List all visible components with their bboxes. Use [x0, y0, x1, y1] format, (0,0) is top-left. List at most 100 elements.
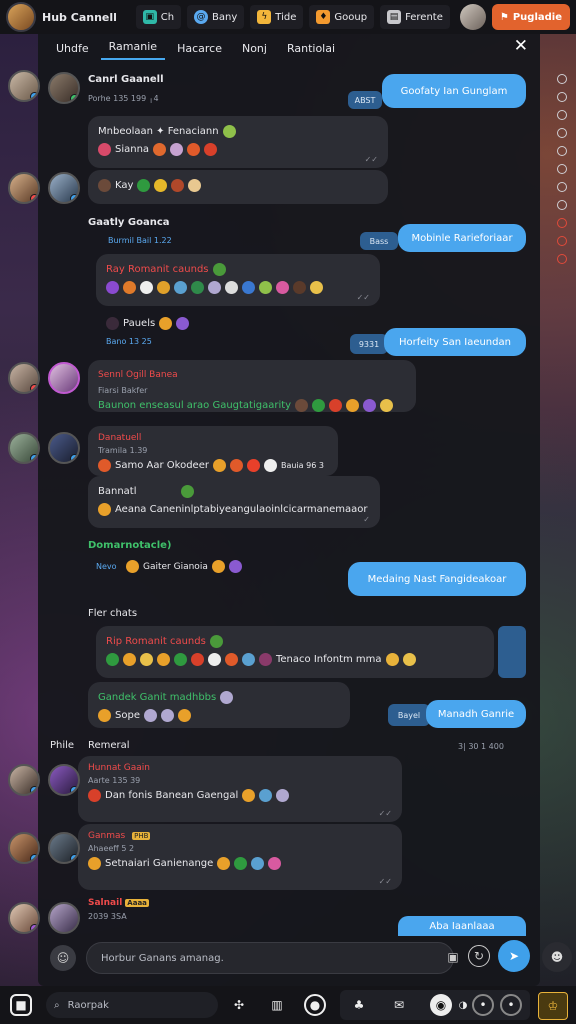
own-message[interactable]: Mobinle Rarieforiaar [398, 224, 526, 252]
tab-nonj[interactable]: Nonj [234, 42, 275, 60]
tab-files[interactable]: ▤ Ferente [380, 5, 450, 29]
own-message[interactable]: Horfeity San Iaeundan [384, 328, 526, 356]
emoji-icon [159, 316, 173, 330]
tab-mentions[interactable]: @ Bany [187, 5, 245, 29]
tab-ramanie[interactable]: Ramanie [100, 40, 166, 60]
tab-hacarce[interactable]: Hacarce [169, 42, 230, 60]
own-message[interactable]: Medaing Nast Fangideakoar [348, 562, 526, 596]
tab-rantiolai[interactable]: Rantiolai [279, 42, 343, 60]
side-card[interactable] [498, 626, 526, 678]
message-bubble[interactable]: Bannatl Aeana Caneninlptabiyeangulaoinlc… [88, 476, 380, 528]
avatar[interactable] [48, 172, 80, 204]
own-message[interactable]: Goofaty Ian Gunglam [382, 74, 526, 108]
message-bubble[interactable]: Rip Romanit caunds Tenaco Infontm mma [96, 626, 494, 678]
emoji-icon [212, 458, 226, 472]
emoji-icon [212, 262, 226, 276]
emoji-icon [157, 280, 170, 294]
sender-meta: 2039 3SA [88, 912, 127, 921]
rank-badge: PHB [132, 832, 151, 840]
message-line: Gaiter Gianoia [126, 560, 242, 573]
emoji-icon [242, 652, 255, 666]
avatar[interactable] [48, 362, 80, 394]
cta-button[interactable]: ⚑ Pugladie [491, 4, 570, 30]
emoji-icon [191, 280, 204, 294]
message-bubble[interactable]: Danatuell Tramila 1.39 Samo Aar Okodeer B… [88, 426, 338, 476]
rail-dot-icon[interactable] [557, 218, 567, 228]
message-bubble[interactable]: Hunnat Gaain Aarte 135 39 Dan fonis Bane… [78, 756, 402, 822]
rail-dot-icon[interactable] [557, 164, 567, 174]
avatar[interactable] [8, 432, 40, 464]
rail-dot-icon[interactable] [557, 236, 567, 246]
avatar[interactable] [8, 70, 40, 102]
message-bubble[interactable]: Ray Romanit caunds ✓✓ [96, 254, 380, 306]
avatar[interactable] [8, 832, 40, 864]
close-icon[interactable]: ✕ [514, 36, 528, 56]
avatar[interactable] [48, 432, 80, 464]
rail-dot-icon[interactable] [557, 74, 567, 84]
emoji-icon [137, 178, 151, 192]
tab-tide[interactable]: ϟ Tide [250, 5, 304, 29]
chat-bubble-icon[interactable]: ✉ [388, 994, 410, 1016]
rail-dot-icon[interactable] [557, 92, 567, 102]
tab-uhdfe[interactable]: Uhdfe [48, 42, 97, 60]
message-bubble[interactable]: Sennl Ogill Banea Fiarsi Bakfer Baunon e… [88, 360, 416, 412]
emoji-icon [380, 398, 394, 412]
tab-chat[interactable]: ▣ Ch [135, 5, 182, 29]
message-bubble[interactable]: Mnbeolaan ✦ Fenaciann Sianna ✓✓ [88, 116, 388, 168]
emoji-icon [157, 652, 170, 666]
sender-meta: Porhe 135 199 ╷4 [88, 94, 159, 103]
rail-dot-icon[interactable] [557, 254, 567, 264]
rail-dot-icon[interactable] [557, 200, 567, 210]
read-receipt-icon: ✓✓ [378, 877, 392, 886]
avatar[interactable] [8, 172, 40, 204]
message-bubble[interactable]: Ganmas PHB Ahaeeff 5 2 Setnaiari Ganienan… [78, 824, 402, 890]
user-avatar[interactable] [459, 4, 486, 30]
avatar[interactable] [48, 72, 80, 104]
profile-icon[interactable]: ◉ [430, 994, 452, 1016]
group-icon: ♦ [316, 10, 331, 24]
emoji-icon [88, 788, 101, 802]
attach-icon[interactable]: ▣ [442, 946, 464, 968]
own-message[interactable]: Aba Iaanlaaa [398, 916, 526, 936]
refresh-icon[interactable]: ↻ [468, 945, 490, 967]
home-icon[interactable]: ■ [10, 994, 32, 1016]
clock-icon[interactable]: • [500, 994, 522, 1016]
rail-dot-icon[interactable] [557, 146, 567, 156]
emoji-icon [123, 652, 136, 666]
channel-avatar[interactable] [6, 2, 36, 32]
chat-panel: Uhdfe Ramanie Hacarce Nonj Rantiolai ✕ C… [38, 34, 540, 986]
avatar[interactable] [8, 902, 40, 934]
own-message[interactable]: Manadh Ganrie [426, 700, 526, 728]
avatar[interactable] [8, 362, 40, 394]
emoji-icon [329, 398, 343, 412]
store-icon[interactable]: ▥ [266, 994, 288, 1016]
message-bubble[interactable]: Kay [88, 170, 388, 204]
emoji-icon [170, 142, 184, 156]
controller-icon[interactable]: ✣ [228, 994, 250, 1016]
avatar[interactable] [8, 764, 40, 796]
reply-block[interactable]: Pauels Bano 13 25 [96, 308, 236, 348]
rail-dot-icon[interactable] [557, 110, 567, 120]
read-receipt-icon: ✓✓ [364, 155, 378, 164]
avatar[interactable] [48, 764, 80, 796]
trophy-icon[interactable]: ♔ [538, 992, 568, 1020]
chat-icon: ▣ [142, 10, 157, 24]
volume-icon[interactable]: • [472, 994, 494, 1016]
message-time: Bayel [388, 704, 430, 726]
emoji-icon [259, 788, 273, 802]
rail-dot-icon[interactable] [557, 128, 567, 138]
send-icon[interactable]: ➤ [498, 940, 530, 972]
emoji-icon [187, 142, 201, 156]
record-icon[interactable]: ● [304, 994, 326, 1016]
emoji-picker-icon[interactable]: ☺ [50, 945, 76, 971]
bottom-search[interactable]: ⌕ Raorpak [46, 992, 218, 1018]
assistant-icon[interactable]: ☻ [542, 942, 572, 972]
tab-group[interactable]: ♦ Gooup [309, 5, 375, 29]
avatar[interactable] [48, 902, 80, 934]
message-bubble[interactable]: Gandek Ganit madhbbs Sope [88, 682, 350, 728]
avatar[interactable] [48, 832, 80, 864]
message-input[interactable]: Horbur Ganans amanag. [86, 942, 454, 974]
rail-dot-icon[interactable] [557, 182, 567, 192]
party-icon[interactable]: ♣ [348, 994, 370, 1016]
emoji-icon [228, 560, 242, 573]
